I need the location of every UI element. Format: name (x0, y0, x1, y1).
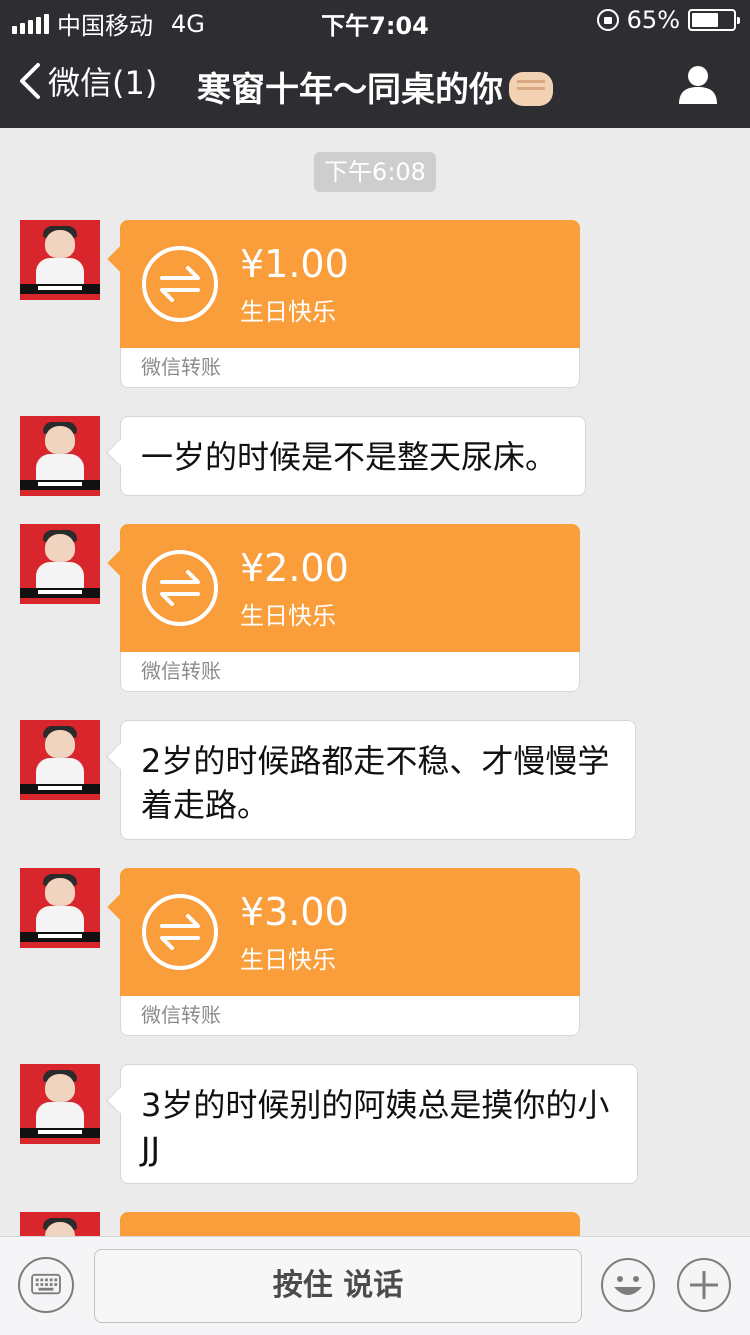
battery-icon (688, 9, 740, 31)
avatar[interactable] (20, 220, 100, 300)
transfer-footer: 微信转账 (120, 652, 580, 692)
battery-percent: 65% (626, 6, 680, 34)
transfer-footer: 微信转账 (120, 996, 580, 1036)
avatar[interactable] (20, 720, 100, 800)
transfer-icon (142, 550, 218, 626)
person-icon[interactable] (676, 62, 720, 106)
transfer-icon (142, 246, 218, 322)
transfer-amount: ¥1.00 (240, 242, 349, 286)
nav-bar: 微信(1) 寒窗十年～同桌的你 (0, 40, 750, 128)
fist-bump-emoji-icon (509, 71, 553, 106)
transfer-note: 生日快乐 (240, 298, 336, 326)
hold-to-talk-button[interactable]: 按住 说话 (94, 1249, 582, 1323)
chat-timestamp: 下午6:08 (314, 152, 436, 192)
message-bubble[interactable]: 3岁的时候别的阿姨总是摸你的小JJ (120, 1064, 638, 1184)
message-text: 2岁的时候路都走不稳、才慢慢学着走路。 (141, 742, 610, 824)
top-bar: 中国移动 4G 下午7:04 65% 微信(1) 寒窗十年～同桌的你 (0, 0, 750, 128)
status-bar: 中国移动 4G 下午7:04 65% (0, 0, 750, 40)
transfer-card[interactable]: ¥2.00 生日快乐 微信转账 (120, 524, 580, 692)
message-text: 3岁的时候别的阿姨总是摸你的小JJ (141, 1086, 610, 1168)
transfer-card[interactable]: ¥3.00 生日快乐 微信转账 (120, 868, 580, 1036)
orientation-lock-icon (596, 9, 619, 31)
keyboard-icon[interactable] (18, 1257, 74, 1313)
chat-title: 寒窗十年～同桌的你 (0, 62, 750, 111)
message-bubble[interactable]: 一岁的时候是不是整天尿床。 (120, 416, 586, 496)
transfer-note: 生日快乐 (240, 602, 336, 630)
emoji-icon[interactable] (600, 1257, 656, 1313)
avatar[interactable] (20, 524, 100, 604)
message-text: 一岁的时候是不是整天尿床。 (141, 438, 558, 476)
input-bar: 按住 说话 (0, 1236, 750, 1335)
transfer-amount: ¥2.00 (240, 546, 349, 590)
transfer-note: 生日快乐 (240, 946, 336, 974)
transfer-card[interactable]: ¥1.00 生日快乐 微信转账 (120, 220, 580, 388)
plus-icon[interactable] (676, 1257, 732, 1313)
message-bubble[interactable]: 2岁的时候路都走不稳、才慢慢学着走路。 (120, 720, 636, 840)
transfer-icon (142, 894, 218, 970)
avatar[interactable] (20, 1064, 100, 1144)
avatar[interactable] (20, 416, 100, 496)
transfer-amount: ¥3.00 (240, 890, 349, 934)
transfer-footer: 微信转账 (120, 348, 580, 388)
avatar[interactable] (20, 868, 100, 948)
